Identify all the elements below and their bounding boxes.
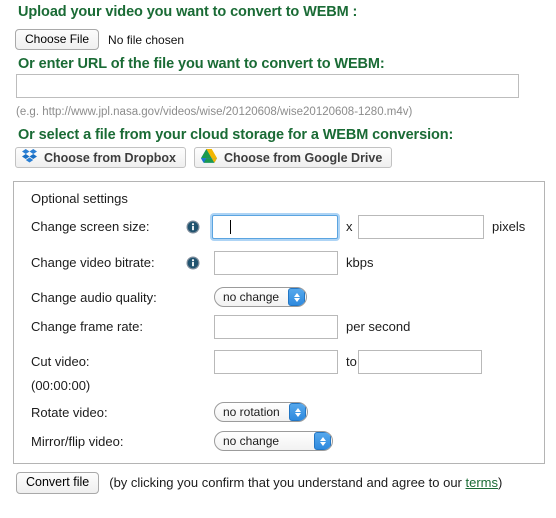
screen-height-input[interactable] (358, 215, 484, 239)
rotate-video-value: no rotation (223, 405, 280, 419)
row-screen-size: Change screen size: x pixels (14, 214, 544, 240)
disclaimer-text-after: ) (498, 475, 503, 490)
rotate-video-select[interactable]: no rotation (214, 402, 308, 422)
row-cut-video: Cut video: to (14, 349, 544, 375)
row-mirror-flip-video: Mirror/flip video: no change (14, 429, 544, 455)
info-icon[interactable] (186, 256, 200, 270)
chevron-updown-icon (314, 432, 331, 450)
chevron-updown-icon (289, 403, 306, 421)
optional-settings-panel: Optional settings Change screen size: x (13, 181, 545, 464)
chevron-updown-icon (288, 288, 305, 306)
mirror-flip-video-value: no change (223, 434, 280, 448)
video-bitrate-unit: kbps (346, 255, 374, 270)
rotate-video-label: Rotate video: (31, 405, 108, 420)
row-rotate-video: Rotate video: no rotation (14, 400, 544, 426)
frame-rate-unit: per second (346, 319, 411, 334)
file-upload-row: Choose File No file chosen (15, 29, 184, 50)
video-bitrate-label: Change video bitrate: (31, 255, 155, 270)
google-drive-icon (200, 149, 217, 166)
mirror-flip-video-select[interactable]: no change (214, 431, 333, 451)
mirror-flip-video-label: Mirror/flip video: (31, 434, 124, 449)
audio-quality-select[interactable]: no change (214, 287, 307, 307)
cut-video-to-input[interactable] (358, 350, 482, 374)
screen-size-label: Change screen size: (31, 219, 150, 234)
no-file-chosen-label: No file chosen (108, 32, 185, 47)
url-example-hint: (e.g. http://www.jpl.nasa.gov/videos/wis… (16, 106, 413, 118)
audio-quality-label: Change audio quality: (31, 290, 157, 305)
dropbox-button-label: Choose from Dropbox (44, 150, 176, 165)
row-audio-quality: Change audio quality: no change (14, 285, 544, 311)
url-input[interactable] (16, 74, 519, 98)
choose-from-dropbox-button[interactable]: Choose from Dropbox (15, 147, 186, 168)
url-heading: Or enter URL of the file you want to con… (18, 56, 385, 72)
optional-settings-title: Optional settings (31, 191, 128, 206)
disclaimer-text-before: (by clicking you confirm that you unders… (109, 475, 466, 490)
row-frame-rate: Change frame rate: per second (14, 314, 544, 340)
cloud-buttons-row: Choose from Dropbox Choose from Google D… (15, 147, 393, 168)
frame-rate-input[interactable] (214, 315, 338, 339)
upload-heading: Upload your video you want to convert to… (18, 4, 358, 20)
dropbox-icon (22, 149, 37, 166)
row-video-bitrate: Change video bitrate: kbps (14, 250, 544, 276)
cut-video-format-note: (00:00:00) (31, 378, 91, 393)
audio-quality-value: no change (223, 290, 280, 304)
text-caret (230, 220, 231, 234)
cut-video-from-input[interactable] (214, 350, 338, 374)
choose-file-button[interactable]: Choose File (15, 29, 100, 50)
frame-rate-label: Change frame rate: (31, 319, 144, 334)
screen-size-separator: x (346, 219, 353, 234)
footer: Convert file (by clicking you confirm th… (16, 472, 536, 494)
google-drive-button-label: Choose from Google Drive (223, 150, 383, 165)
cut-video-label: Cut video: (31, 354, 90, 369)
convert-file-button[interactable]: Convert file (16, 472, 100, 494)
info-icon[interactable] (186, 220, 200, 234)
screen-size-unit: pixels (492, 219, 526, 234)
video-bitrate-input[interactable] (214, 251, 338, 275)
cloud-storage-heading: Or select a file from your cloud storage… (18, 127, 454, 143)
terms-link[interactable]: terms (466, 475, 499, 490)
choose-from-google-drive-button[interactable]: Choose from Google Drive (193, 147, 393, 168)
cut-video-to-label: to (346, 354, 357, 369)
